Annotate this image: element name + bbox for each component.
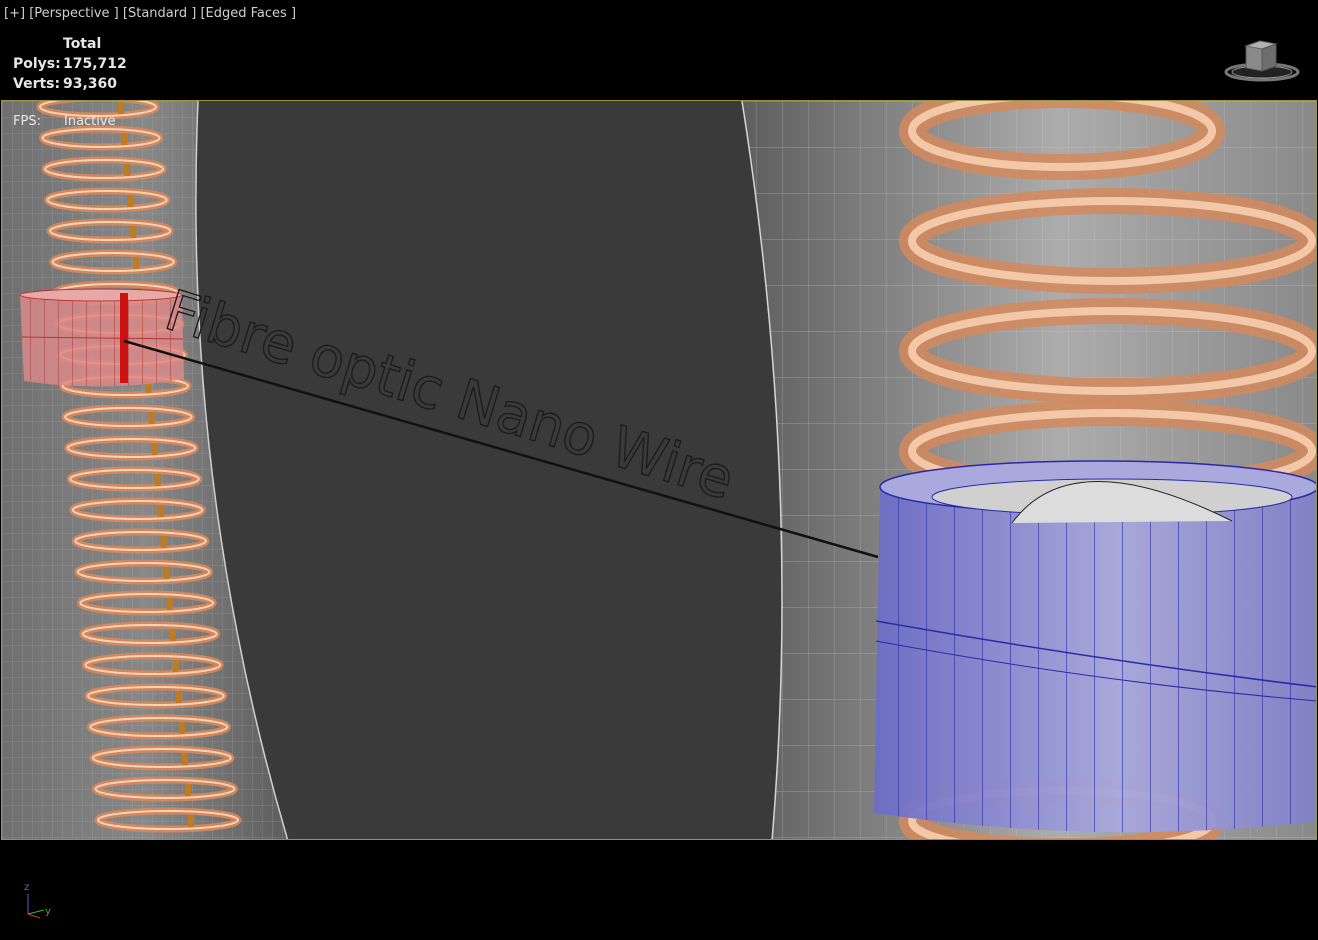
left-coil-node xyxy=(181,753,188,765)
viewport-3d-scene[interactable]: Fibre optic Nano Wire xyxy=(1,100,1317,840)
left-coil-node xyxy=(175,691,182,703)
left-coil-node xyxy=(151,443,158,455)
left-coil-node xyxy=(121,133,128,145)
polys-label: Polys: xyxy=(13,56,61,72)
polys-value: 175,712 xyxy=(63,56,127,72)
left-coil-node xyxy=(148,412,155,424)
left-coil-node xyxy=(118,102,124,114)
left-coil-node xyxy=(124,164,131,176)
left-coil-node xyxy=(188,815,194,827)
viewport-edged-faces-menu[interactable]: [Edged Faces ] xyxy=(200,6,296,21)
viewport-label-bar: [+] [Perspective ] [Standard ] [Edged Fa… xyxy=(4,6,296,21)
stats-polys-row: Polys: 175,712 xyxy=(13,54,127,74)
left-coil-node xyxy=(166,598,173,610)
verts-label: Verts: xyxy=(13,76,61,92)
stats-header-row: Total xyxy=(13,34,127,54)
left-coil-node xyxy=(172,660,179,672)
stats-verts-row: Verts: 93,360 xyxy=(13,74,127,94)
fps-label: FPS: xyxy=(13,114,41,129)
left-coil-node xyxy=(184,784,191,796)
stats-header: Total xyxy=(63,36,102,52)
left-coil-node xyxy=(154,474,161,486)
left-coil-node xyxy=(127,195,134,207)
left-coil-node xyxy=(160,536,167,548)
svg-text:y: y xyxy=(45,906,51,917)
viewcube-icon[interactable] xyxy=(1224,38,1302,84)
blue-selected-cylinder xyxy=(874,460,1316,833)
viewport-perspective-menu[interactable]: [Perspective ] xyxy=(29,6,119,21)
fps-readout: FPS: Inactive xyxy=(13,114,116,129)
left-coil-node xyxy=(178,722,185,734)
scene-statistics: Total Polys: 175,712 Verts: 93,360 xyxy=(13,34,127,94)
left-coil-node xyxy=(133,257,140,269)
viewport-shading-standard-menu[interactable]: [Standard ] xyxy=(123,6,196,21)
left-coil-node xyxy=(157,505,164,517)
viewport-plus-menu[interactable]: [+] xyxy=(4,6,25,21)
fps-value: Inactive xyxy=(64,114,116,129)
left-coil-node xyxy=(163,567,170,579)
axis-tripod-icon: z y xyxy=(20,878,60,922)
verts-value: 93,360 xyxy=(63,76,118,92)
left-coil-node xyxy=(130,226,137,238)
left-coil-node xyxy=(169,629,176,641)
svg-text:z: z xyxy=(24,882,29,893)
